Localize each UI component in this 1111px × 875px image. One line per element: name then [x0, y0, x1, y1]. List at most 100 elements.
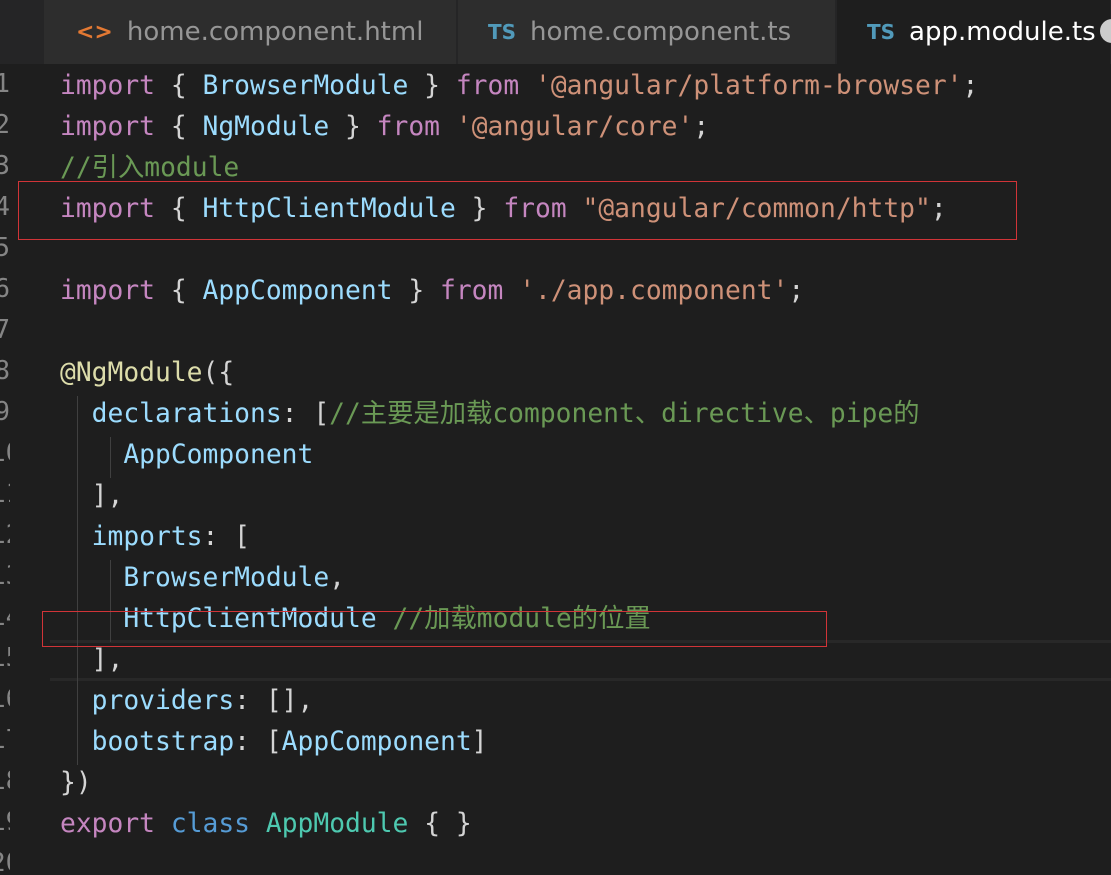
code-line: BrowserModule,	[60, 558, 345, 599]
code-token: }	[329, 112, 377, 142]
line-number: 15	[0, 638, 10, 679]
line-number: 9	[0, 397, 10, 427]
code-line: providers: [],	[60, 681, 314, 722]
code-token: NgModule	[202, 112, 330, 142]
code-token: {	[155, 112, 203, 142]
code-token: imports	[91, 522, 203, 552]
code-token: ],	[60, 645, 124, 675]
line-number: 19	[0, 802, 10, 843]
code-token: './app.component'	[519, 276, 789, 306]
code-token: BrowserModule	[202, 71, 409, 101]
tab-label: app.module.ts	[909, 17, 1096, 47]
code-token: ;	[788, 276, 805, 306]
line-number: 14	[0, 597, 10, 638]
code-line: imports: [	[60, 517, 250, 558]
code-token: '@angular/core'	[455, 112, 694, 142]
code-line: import { AppComponent } from './app.comp…	[60, 271, 804, 312]
typescript-file-icon: TS	[867, 20, 896, 44]
code-token: //引入module	[60, 153, 240, 183]
line-number: 10	[0, 433, 10, 474]
code-token: //主要是加载component、directive、pipe的	[329, 399, 920, 429]
editor-tab-bar: <> home.component.html TS home.component…	[0, 0, 1111, 64]
code-token: import	[60, 276, 155, 306]
code-token: }	[392, 276, 440, 306]
line-number: 18	[0, 761, 10, 802]
code-token: ({	[202, 358, 235, 388]
line-number: 5	[0, 233, 10, 263]
code-token: '@angular/platform-browser'	[535, 71, 963, 101]
code-line: import { BrowserModule } from '@angular/…	[60, 66, 978, 107]
code-token: ]	[471, 727, 488, 757]
code-line: export class AppModule { }	[60, 804, 472, 845]
code-token: bootstrap	[91, 727, 235, 757]
tab-home-component-html[interactable]: <> home.component.html	[44, 0, 457, 64]
code-token: from	[440, 276, 504, 306]
typescript-file-icon: TS	[488, 20, 517, 44]
line-number: 16	[0, 679, 10, 720]
line-number: 17	[0, 720, 10, 761]
code-token: import	[60, 71, 155, 101]
annotation-box-import	[18, 181, 1017, 240]
tab-label: home.component.html	[126, 17, 424, 47]
html-file-icon: <>	[76, 19, 113, 45]
code-line: })	[60, 763, 92, 804]
code-token: BrowserModule	[123, 563, 330, 593]
line-number: 8	[0, 356, 10, 386]
code-line: import { NgModule } from '@angular/core'…	[60, 107, 709, 148]
code-token: {	[155, 276, 203, 306]
tab-home-component-ts[interactable]: TS home.component.ts	[458, 0, 836, 64]
line-number: 1	[0, 69, 10, 99]
line-number: 3	[0, 151, 10, 181]
line-number: 4	[0, 192, 10, 222]
code-token: from	[376, 112, 441, 142]
code-token: : [	[202, 522, 251, 552]
code-token: : [	[281, 399, 330, 429]
line-number: 13	[0, 556, 10, 597]
code-token: { }	[408, 809, 472, 839]
code-token: })	[60, 768, 92, 798]
code-token: NgModule	[75, 358, 203, 388]
code-line: AppComponent	[60, 435, 313, 476]
code-token: AppModule	[265, 809, 409, 839]
code-line: ],	[60, 476, 124, 517]
code-token: import	[60, 112, 155, 142]
close-icon[interactable]	[1100, 19, 1111, 43]
annotation-box-imports-entry	[42, 611, 827, 647]
code-token: ],	[60, 481, 124, 511]
code-token: {	[155, 71, 203, 101]
code-token: }	[408, 71, 456, 101]
line-number: 6	[0, 274, 10, 304]
line-number: 11	[0, 474, 10, 515]
code-token: declarations	[91, 399, 282, 429]
code-token: : [	[234, 727, 282, 757]
line-number: 20	[0, 843, 10, 875]
code-token: : [],	[234, 686, 314, 716]
code-line: bootstrap: [AppComponent]	[60, 722, 488, 763]
code-token: AppComponent	[123, 440, 314, 470]
code-line: @NgModule({	[60, 353, 234, 394]
code-line: declarations: [//主要是加载component、directiv…	[60, 394, 920, 435]
line-number-gutter: 1234567891011121314151617181920	[0, 64, 12, 875]
code-token: AppComponent	[202, 276, 393, 306]
tab-app-module-ts[interactable]: TS app.module.ts	[837, 0, 1111, 64]
code-token: ,	[329, 563, 346, 593]
code-token: ;	[693, 112, 710, 142]
code-token: from	[455, 71, 520, 101]
code-token: ;	[962, 71, 979, 101]
tab-label: home.component.ts	[530, 17, 792, 47]
line-number: 12	[0, 515, 10, 556]
code-token: class	[170, 809, 251, 839]
code-token: AppComponent	[281, 727, 472, 757]
code-token: @	[60, 358, 76, 388]
